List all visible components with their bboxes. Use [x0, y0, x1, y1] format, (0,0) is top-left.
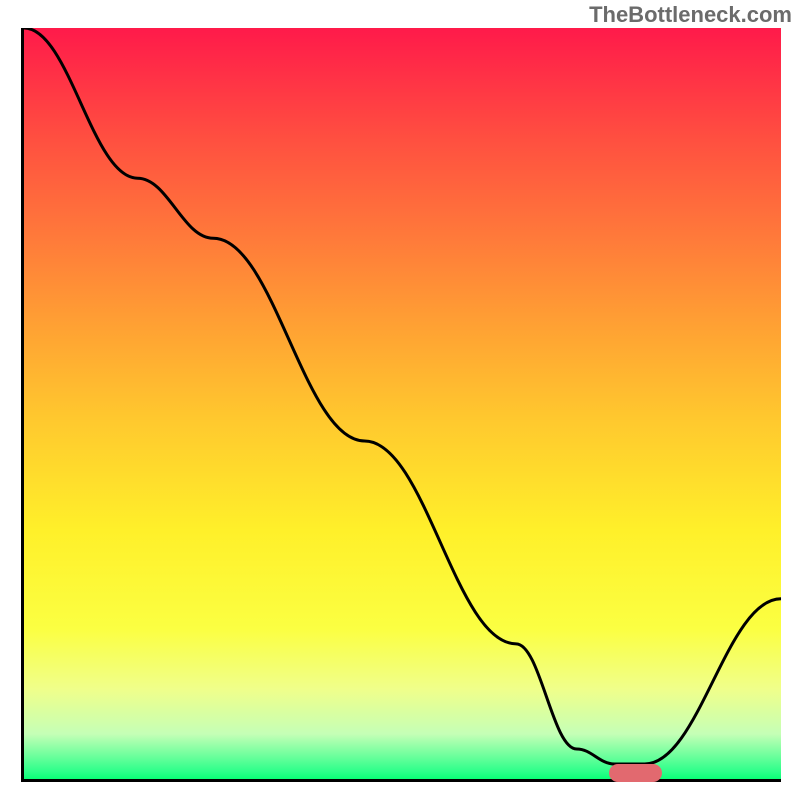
optimal-marker	[609, 764, 662, 782]
plot-area	[21, 28, 781, 782]
chart-container: TheBottleneck.com	[0, 0, 800, 800]
curve-path	[24, 28, 781, 764]
watermark-text: TheBottleneck.com	[589, 2, 792, 28]
bottleneck-curve	[24, 28, 781, 779]
